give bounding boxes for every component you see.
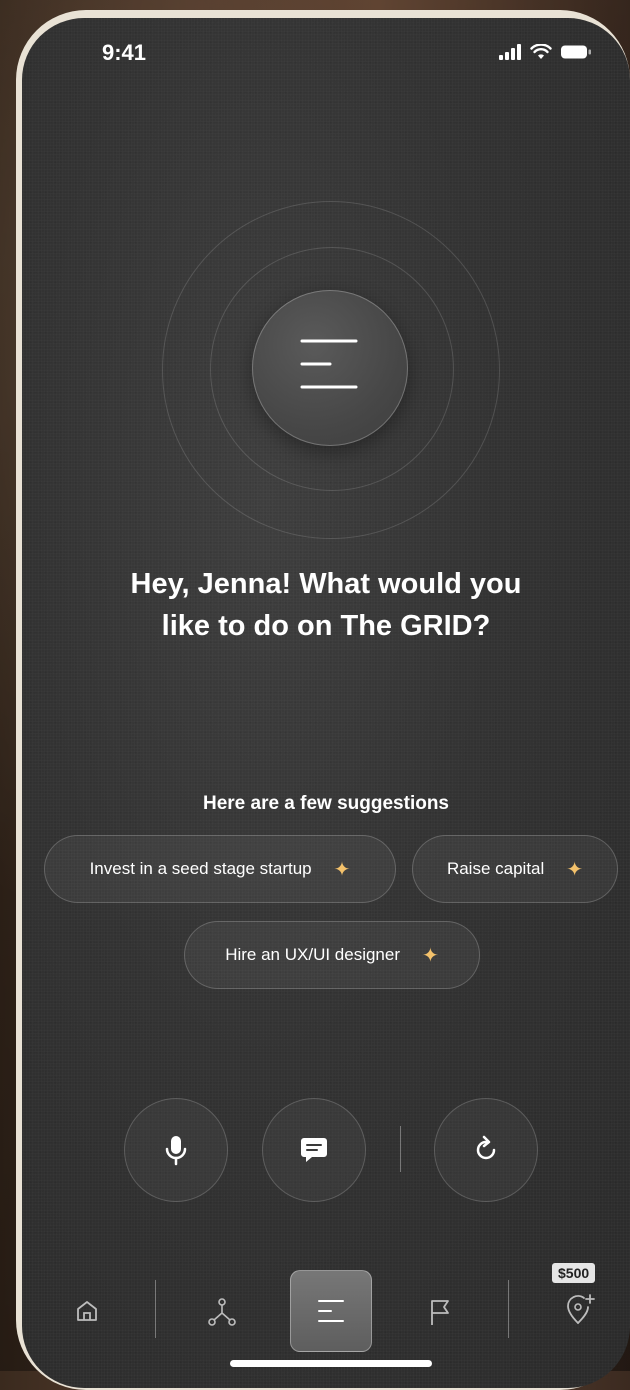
nav-divider (508, 1280, 509, 1338)
nav-assistant-active[interactable] (290, 1270, 372, 1352)
suggestion-chip-invest[interactable]: Invest in a seed stage startup ✦ (44, 835, 396, 903)
home-icon (77, 1301, 97, 1321)
location-plus-icon (567, 1294, 595, 1324)
suggestion-chip-hire-designer[interactable]: Hire an UX/UI designer ✦ (184, 921, 480, 989)
wifi-icon (530, 44, 552, 59)
signal-icon (499, 44, 521, 60)
microphone-button[interactable] (124, 1098, 228, 1202)
price-badge: $500 (552, 1263, 596, 1283)
suggestion-label: Invest in a seed stage startup (89, 859, 312, 878)
nav-flag[interactable] (422, 1294, 458, 1330)
suggestion-label: Hire an UX/UI designer (225, 945, 401, 964)
sparkle-icon: ✦ (566, 858, 584, 881)
network-icon (208, 1298, 236, 1326)
nav-network[interactable] (202, 1292, 242, 1332)
assistant-orb[interactable] (252, 290, 408, 446)
phone-screen: 9:41 Hey, Jenna! What would you like to (22, 18, 630, 1388)
action-divider (400, 1126, 401, 1172)
suggestion-chip-raise-capital[interactable]: Raise capital ✦ (412, 835, 618, 903)
nav-home[interactable] (70, 1294, 104, 1328)
refresh-icon (476, 1135, 496, 1160)
suggestion-label: Raise capital (446, 859, 545, 878)
status-time: 9:41 (102, 40, 147, 65)
greeting-line-1: Hey, Jenna! What would you (130, 568, 522, 600)
nav-divider (155, 1280, 156, 1338)
menu-lines-icon (318, 1300, 344, 1322)
microphone-icon (165, 1136, 187, 1166)
suggestions-title: Here are a few suggestions (202, 793, 450, 814)
home-indicator[interactable] (230, 1360, 432, 1367)
refresh-button[interactable] (434, 1098, 538, 1202)
menu-lines-icon (300, 339, 358, 389)
status-icons (498, 44, 592, 60)
sparkle-icon: ✦ (333, 858, 351, 881)
greeting-headline: Hey, Jenna! What would you like to do on… (22, 563, 630, 647)
greeting-line-2: like to do on The GRID? (161, 610, 491, 642)
sparkle-icon: ✦ (422, 944, 439, 967)
nav-location-add[interactable] (560, 1290, 600, 1330)
chat-bubble-icon (301, 1138, 327, 1162)
battery-icon (561, 45, 591, 59)
flag-icon (431, 1300, 449, 1325)
chat-button[interactable] (262, 1098, 366, 1202)
